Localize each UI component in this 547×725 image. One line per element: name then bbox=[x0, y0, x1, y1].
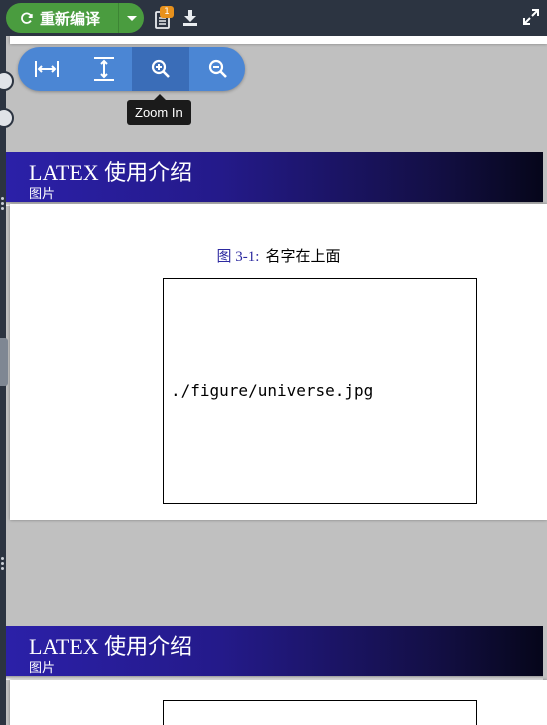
figure-placeholder: ./figure/universe.jpg bbox=[163, 278, 477, 504]
caret-down-icon bbox=[126, 15, 137, 21]
pdf-page-previous bbox=[10, 36, 547, 44]
caption-text: 名字在上面 bbox=[265, 249, 341, 265]
zoom-in-icon bbox=[151, 59, 170, 78]
zoom-out-icon bbox=[208, 59, 227, 78]
pdf-page: 图 3-1: 名字在上面 ./figure/universe.jpg bbox=[10, 204, 547, 520]
figure-caption: 图 3-1: 名字在上面 bbox=[10, 245, 547, 266]
expand-icon[interactable] bbox=[523, 9, 539, 25]
download-icon[interactable] bbox=[182, 9, 198, 27]
zoom-out-button[interactable] bbox=[189, 47, 245, 91]
zoom-controls bbox=[18, 47, 245, 91]
pdf-page bbox=[10, 680, 547, 725]
refresh-icon bbox=[21, 12, 33, 24]
fit-width-button[interactable] bbox=[18, 47, 75, 91]
recompile-label: 重新编译 bbox=[40, 9, 101, 28]
fit-height-icon bbox=[93, 57, 114, 81]
logs-count-badge: 1 bbox=[160, 6, 174, 18]
pdf-toolbar: 重新编译 1 bbox=[0, 0, 547, 36]
recompile-button[interactable]: 重新编译 bbox=[6, 3, 144, 33]
zoom-in-button[interactable] bbox=[132, 47, 189, 91]
pdf-viewport[interactable]: LATEX 使用介绍 图片 图 3-1: 名字在上面 ./figure/unive… bbox=[6, 36, 547, 725]
fit-width-icon bbox=[34, 61, 59, 77]
resize-grip-icon[interactable] bbox=[0, 555, 5, 573]
fit-height-button[interactable] bbox=[75, 47, 132, 91]
zoom-in-tooltip: Zoom In bbox=[127, 94, 191, 125]
caption-label: 图 3-1: bbox=[216, 249, 260, 265]
recompile-options-dropdown[interactable] bbox=[118, 3, 144, 33]
slide-header: LATEX 使用介绍 图片 bbox=[6, 152, 543, 202]
slide-subtitle: 图片 bbox=[29, 187, 56, 202]
toggle-panel-tab[interactable] bbox=[0, 338, 8, 386]
resize-grip-icon[interactable] bbox=[0, 195, 5, 213]
slide-header: LATEX 使用介绍 图片 bbox=[6, 626, 543, 676]
figure-path: ./figure/universe.jpg bbox=[171, 381, 374, 400]
slide-subtitle: 图片 bbox=[29, 661, 56, 676]
figure-placeholder bbox=[163, 700, 477, 725]
